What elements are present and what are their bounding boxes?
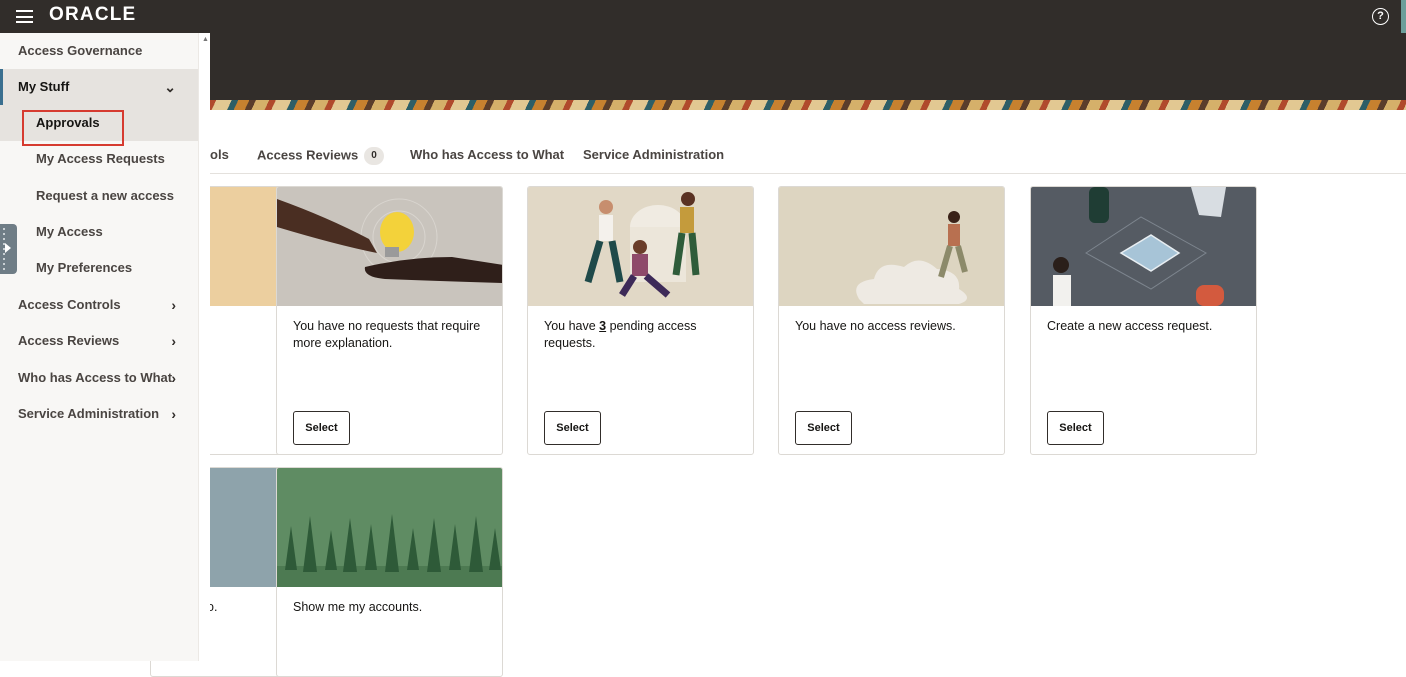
- nav-access-governance[interactable]: Access Governance: [0, 33, 198, 69]
- card-text: Show me my accounts.: [293, 600, 423, 614]
- hero-banner: [0, 33, 1406, 100]
- card-my-accounts: Show me my accounts.: [276, 467, 503, 677]
- nav-label: My Stuff: [18, 79, 70, 94]
- card-text: You have 3 pending access requests.: [544, 318, 739, 352]
- chevron-right-icon: ›: [171, 333, 176, 349]
- card-illustration: [1031, 187, 1256, 306]
- select-button[interactable]: Select: [293, 411, 350, 445]
- select-button[interactable]: Select: [544, 411, 601, 445]
- nav-my-access-requests[interactable]: My Access Requests: [0, 141, 198, 177]
- nav-label: Service Administration: [18, 406, 160, 421]
- people-cooperating-illustration: [584, 192, 700, 298]
- tab-access-reviews[interactable]: Access Reviews 0: [257, 147, 384, 165]
- decorative-pattern-strip: [0, 100, 1406, 110]
- nav-service-administration[interactable]: Service Administration ›: [0, 396, 198, 432]
- panel-toggle-icon[interactable]: [0, 224, 17, 274]
- chevron-right-icon: ›: [171, 370, 176, 386]
- select-button[interactable]: Select: [795, 411, 852, 445]
- card-more-explanation: You have no requests that require more e…: [276, 186, 503, 455]
- count-badge: 0: [364, 147, 384, 165]
- card-illustration: [277, 187, 502, 306]
- nav-label: Access Reviews: [18, 333, 120, 348]
- card-illustration: [779, 187, 1004, 306]
- forest-illustration: [277, 514, 502, 587]
- card-text: You have no access reviews.: [795, 319, 956, 333]
- nav-label: Who has Access to What: [18, 370, 173, 385]
- nav-label: My Access Requests: [36, 151, 165, 166]
- nav-label: My Preferences: [36, 260, 133, 275]
- scroll-up-icon[interactable]: ▲: [202, 36, 209, 43]
- card-text-before: You have: [544, 319, 600, 333]
- tab-label: Who has Access to What: [410, 147, 565, 162]
- tab-service-administration[interactable]: Service Administration: [583, 147, 724, 162]
- edge-tab[interactable]: [1401, 0, 1406, 33]
- climber-illustration: [856, 211, 968, 304]
- card-text: Create a new access request.: [1047, 319, 1213, 333]
- tab-label: Access Reviews: [257, 147, 359, 163]
- tab-who-has-access[interactable]: Who has Access to What: [410, 147, 564, 162]
- top-bar: ORACLE ?: [0, 0, 1406, 33]
- select-button[interactable]: Select: [1047, 411, 1104, 445]
- help-icon[interactable]: ?: [1372, 8, 1389, 25]
- card-new-access-request: Create a new access request. Select: [1030, 186, 1257, 455]
- devices-illustration: [1053, 187, 1226, 306]
- hamburger-icon[interactable]: [16, 10, 33, 23]
- card-illustration: [528, 187, 753, 306]
- tab-label: Service Administration: [583, 147, 725, 162]
- sidebar-scrollbar[interactable]: ▲: [198, 33, 210, 661]
- nav-request-new-access[interactable]: Request a new access: [0, 178, 198, 214]
- nav-label: My Access: [36, 224, 103, 239]
- nav-label: Access Governance: [18, 43, 143, 58]
- nav-my-preferences[interactable]: My Preferences: [0, 250, 198, 286]
- card-text: You have no requests that require more e…: [293, 319, 481, 350]
- lightbulb-illustration: [277, 198, 502, 283]
- nav-access-reviews[interactable]: Access Reviews ›: [0, 323, 198, 359]
- oracle-logo: ORACLE: [49, 4, 137, 25]
- nav-my-access[interactable]: My Access: [0, 214, 198, 250]
- approvals-highlight-box: [22, 110, 124, 146]
- chevron-down-icon: ⌄: [164, 79, 176, 95]
- chevron-right-icon: ›: [171, 406, 176, 422]
- nav-access-controls[interactable]: Access Controls ›: [0, 287, 198, 323]
- nav-who-has-access[interactable]: Who has Access to What ›: [0, 360, 198, 396]
- card-access-reviews: You have no access reviews. Select: [778, 186, 1005, 455]
- nav-label: Access Controls: [18, 297, 121, 312]
- nav-my-stuff[interactable]: My Stuff ⌄: [0, 69, 198, 105]
- card-illustration: [277, 468, 502, 587]
- card-pending-requests: You have 3 pending access requests. Sele…: [527, 186, 754, 455]
- chevron-right-icon: ›: [171, 297, 176, 313]
- nav-label: Request a new access: [36, 188, 175, 203]
- tab-bar: rols Access Reviews 0 Who has Access to W…: [205, 110, 1406, 174]
